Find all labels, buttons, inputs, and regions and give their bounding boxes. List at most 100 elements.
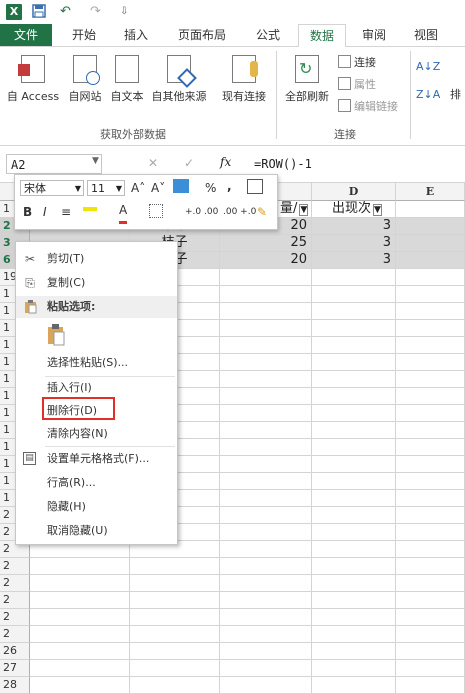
from-other-sources-button[interactable]: 自其他来源 (148, 55, 210, 104)
empty-cell[interactable] (312, 320, 396, 337)
menu-item-row-height[interactable]: 行高(R)... (16, 472, 177, 494)
empty-cell[interactable] (130, 626, 220, 643)
empty-cell[interactable] (312, 388, 396, 405)
empty-cell[interactable] (130, 643, 220, 660)
cell-d3[interactable]: 3 (312, 235, 396, 252)
increase-decimal-icon[interactable]: +.0 .00 (185, 203, 218, 221)
menu-item-unhide[interactable]: 取消隐藏(U) (16, 520, 177, 542)
empty-cell[interactable] (220, 592, 312, 609)
cell-e3[interactable] (396, 235, 465, 252)
cell-e6[interactable] (396, 252, 465, 269)
font-name-select[interactable]: 宋体 ▼ (20, 180, 84, 196)
borders-icon[interactable] (149, 204, 163, 218)
tab-formulas[interactable]: 公式 (246, 24, 290, 46)
undo-icon[interactable]: ↶ (60, 4, 71, 20)
row-header[interactable]: 28 (0, 677, 30, 694)
column-header-d[interactable]: D (312, 183, 396, 201)
sort-az-button[interactable]: A↓Z (416, 59, 440, 75)
empty-cell[interactable] (396, 473, 465, 490)
comma-style-icon[interactable]: , (227, 177, 232, 195)
empty-cell[interactable] (220, 473, 312, 490)
accounting-format-icon[interactable] (173, 179, 189, 193)
empty-cell[interactable] (220, 422, 312, 439)
empty-cell[interactable] (396, 269, 465, 286)
empty-cell[interactable] (220, 303, 312, 320)
empty-cell[interactable] (396, 371, 465, 388)
empty-cell[interactable] (396, 626, 465, 643)
empty-cell[interactable] (312, 422, 396, 439)
tab-page-layout[interactable]: 页面布局 (166, 24, 238, 46)
empty-cell[interactable] (220, 575, 312, 592)
empty-cell[interactable] (312, 337, 396, 354)
empty-cell[interactable] (396, 422, 465, 439)
from-web-button[interactable]: 自网站 (64, 55, 106, 104)
empty-cell[interactable] (220, 388, 312, 405)
decrease-decimal-icon[interactable]: .00 +.0 (223, 203, 256, 221)
enter-icon[interactable]: ✓ (184, 156, 194, 170)
cancel-icon[interactable]: ✕ (148, 156, 158, 170)
cell-c3[interactable]: 25 (220, 235, 312, 252)
empty-cell[interactable] (220, 456, 312, 473)
empty-cell[interactable] (220, 371, 312, 388)
row-header[interactable]: 2 (0, 609, 30, 626)
empty-cell[interactable] (220, 286, 312, 303)
empty-cell[interactable] (220, 643, 312, 660)
empty-cell[interactable] (312, 490, 396, 507)
empty-cell[interactable] (220, 541, 312, 558)
cell-c6[interactable]: 20 (220, 252, 312, 269)
empty-cell[interactable] (396, 541, 465, 558)
empty-cell[interactable] (130, 575, 220, 592)
empty-cell[interactable] (312, 558, 396, 575)
empty-cell[interactable] (30, 660, 130, 677)
empty-cell[interactable] (312, 592, 396, 609)
empty-cell[interactable] (396, 507, 465, 524)
menu-item-copy[interactable]: ⎘ 复制(C) (16, 272, 177, 294)
empty-cell[interactable] (396, 524, 465, 541)
empty-cell[interactable] (130, 558, 220, 575)
existing-connections-button[interactable]: 现有连接 (216, 55, 272, 104)
menu-item-insert-row[interactable]: 插入行(I) (16, 377, 177, 399)
empty-cell[interactable] (396, 643, 465, 660)
bold-icon[interactable]: B (23, 203, 32, 221)
empty-cell[interactable] (220, 405, 312, 422)
empty-cell[interactable] (312, 575, 396, 592)
empty-cell[interactable] (220, 677, 312, 694)
percent-icon[interactable]: % (205, 179, 216, 197)
empty-cell[interactable] (220, 609, 312, 626)
empty-cell[interactable] (312, 303, 396, 320)
row-header[interactable]: 26 (0, 643, 30, 660)
increase-font-icon[interactable]: A˄ (131, 179, 145, 197)
empty-cell[interactable] (220, 439, 312, 456)
empty-cell[interactable] (312, 269, 396, 286)
empty-cell[interactable] (396, 388, 465, 405)
empty-cell[interactable] (130, 592, 220, 609)
empty-cell[interactable] (312, 405, 396, 422)
empty-cell[interactable] (220, 320, 312, 337)
empty-cell[interactable] (396, 337, 465, 354)
empty-cell[interactable] (396, 558, 465, 575)
name-box-dropdown-icon[interactable]: ▼ (92, 156, 99, 166)
paste-button[interactable] (16, 320, 177, 350)
cell-d2[interactable]: 3 (312, 218, 396, 235)
from-text-button[interactable]: 自文本 (106, 55, 148, 104)
insert-function-icon[interactable]: fx (220, 155, 231, 169)
empty-cell[interactable] (396, 609, 465, 626)
from-access-button[interactable]: 自 Access (2, 55, 64, 104)
tab-home[interactable]: 开始 (62, 24, 106, 46)
italic-icon[interactable]: I (43, 203, 47, 221)
tab-view[interactable]: 视图 (404, 24, 448, 46)
row-header[interactable]: 27 (0, 660, 30, 677)
empty-cell[interactable] (396, 490, 465, 507)
cell-d1[interactable]: 出现次 ▼ (312, 201, 396, 218)
refresh-all-button[interactable]: 全部刷新 (280, 55, 334, 104)
empty-cell[interactable] (396, 575, 465, 592)
empty-cell[interactable] (396, 660, 465, 677)
row-header[interactable]: 2 (0, 575, 30, 592)
empty-cell[interactable] (312, 626, 396, 643)
empty-cell[interactable] (312, 609, 396, 626)
column-header-e[interactable]: E (396, 183, 465, 201)
tab-file[interactable]: 文件 (0, 24, 52, 46)
save-icon[interactable] (32, 4, 46, 20)
empty-cell[interactable] (30, 558, 130, 575)
tab-data[interactable]: 数据 (298, 24, 346, 48)
